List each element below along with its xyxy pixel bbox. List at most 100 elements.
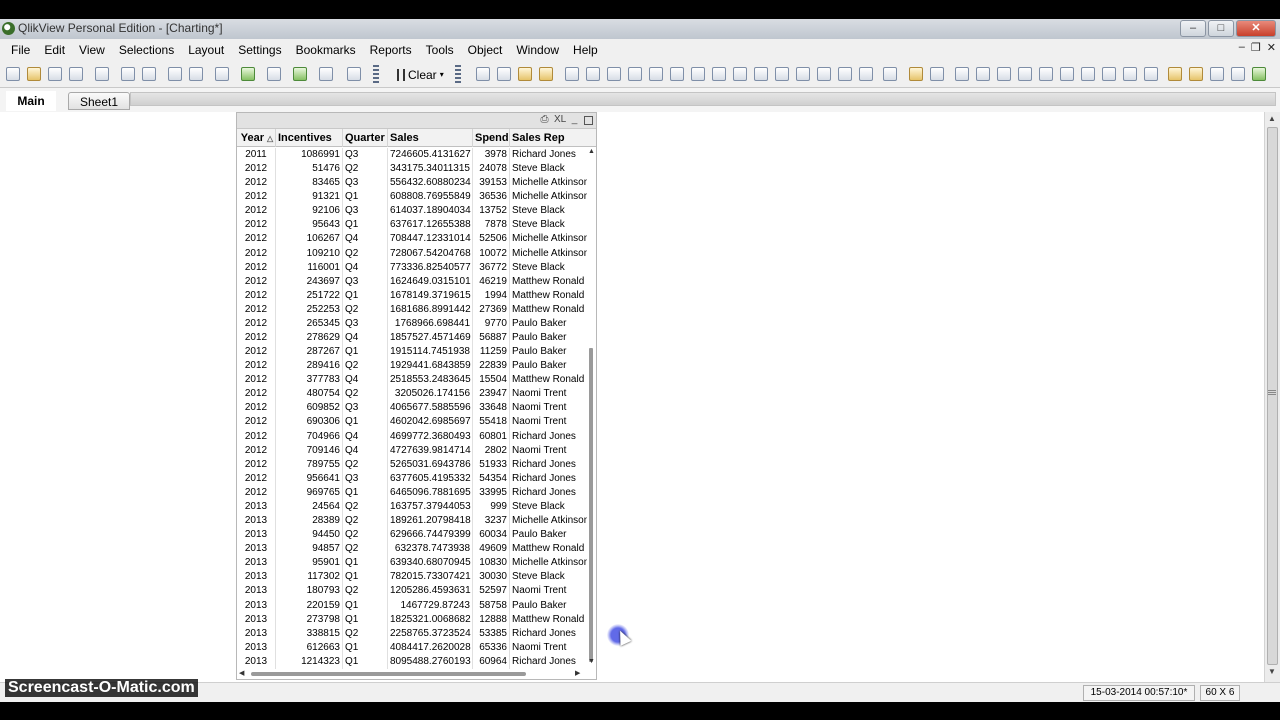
table-row[interactable]: 2013 94450 Q2 629666.74479399 60034 Paulo Bak… (237, 528, 587, 543)
cell-sales[interactable]: 343175.34011315 (388, 162, 473, 177)
table-row[interactable]: 2013 24564 Q2 163757.37944053 999 Steve Black (237, 499, 587, 515)
menu-reports[interactable]: Reports (363, 39, 419, 61)
cell-year[interactable]: 2012 (237, 485, 276, 500)
cell-spend[interactable]: 36772 (473, 260, 510, 275)
cell-quarter[interactable]: Q1 (343, 556, 388, 571)
cell-sales-rep[interactable]: Paulo Baker (510, 359, 587, 373)
cell-year[interactable]: 2012 (237, 443, 276, 458)
cell-sales[interactable]: 1678149.3719615 (388, 288, 473, 303)
cell-sales-rep[interactable]: Paulo Baker (510, 345, 587, 359)
table-row[interactable]: 2012 251722 Q1 1678149.3719615 1994 Matthew R… (237, 288, 587, 303)
cell-sales[interactable]: 189261.20798418 (388, 514, 473, 529)
save-icon[interactable] (69, 67, 83, 81)
cell-sales[interactable]: 1624649.0315101 (388, 274, 473, 289)
cell-incentives[interactable]: 252253 (276, 302, 343, 317)
column-header-incentives[interactable]: Incentives (276, 129, 343, 147)
cell-spend[interactable]: 33648 (473, 401, 510, 416)
toolbar-grip[interactable] (373, 65, 379, 83)
cell-quarter[interactable]: Q2 (343, 528, 388, 543)
table-row[interactable]: 2012 116001 Q4 773336.82540577 36772 Steve Bl… (237, 260, 587, 275)
cell-quarter[interactable]: Q1 (343, 485, 388, 500)
space-vertical-icon[interactable] (1102, 67, 1116, 81)
table-vertical-scrollbar[interactable]: ▲ ▼ (587, 148, 596, 666)
cell-quarter[interactable]: Q4 (343, 373, 388, 388)
cell-sales[interactable]: 556432.60880234 (388, 176, 473, 191)
cell-incentives[interactable]: 338815 (276, 626, 343, 641)
cell-sales-rep[interactable]: Michelle Atkinson (510, 176, 587, 190)
cell-sales-rep[interactable]: Naomi Trent (510, 641, 587, 655)
cell-sales-rep[interactable]: Richard Jones (510, 430, 587, 444)
search-object-icon[interactable] (817, 67, 831, 81)
cell-sales[interactable]: 6465096.7881695 (388, 485, 473, 500)
cell-sales-rep[interactable]: Paulo Baker (510, 528, 587, 542)
cell-year[interactable]: 2012 (237, 387, 276, 402)
cell-spend[interactable]: 999 (473, 499, 510, 515)
cell-incentives[interactable]: 109210 (276, 246, 343, 261)
slider-icon[interactable] (775, 67, 789, 81)
table-row[interactable]: 2012 956641 Q3 6377605.4195332 54354 Richard … (237, 471, 587, 486)
design-icon[interactable] (1168, 67, 1182, 81)
cell-spend[interactable]: 7878 (473, 218, 510, 233)
table-row[interactable]: 2012 377783 Q4 2518553.2483645 15504 Matthew … (237, 373, 587, 388)
cell-sales[interactable]: 629666.74479399 (388, 528, 473, 543)
cell-sales[interactable]: 1825321.0068682 (388, 612, 473, 627)
table-row[interactable]: 2012 287267 Q1 1915114.7451938 11259 Paulo Ba… (237, 345, 587, 360)
cell-year[interactable]: 2013 (237, 654, 276, 669)
scrollbar-thumb[interactable] (589, 348, 593, 662)
cell-sales[interactable]: 773336.82540577 (388, 260, 473, 275)
cell-quarter[interactable]: Q4 (343, 443, 388, 458)
table-row[interactable]: 2012 969765 Q1 6465096.7881695 33995 Richard … (237, 485, 587, 500)
scroll-left-icon[interactable]: ◀ (239, 669, 244, 677)
spacing-icon[interactable] (1144, 67, 1158, 81)
table-row[interactable]: 2012 95643 Q1 637617.12655388 7878 Steve Blac… (237, 218, 587, 233)
cell-spend[interactable]: 24078 (473, 162, 510, 177)
select-icon[interactable] (241, 67, 255, 81)
cell-quarter[interactable]: Q3 (343, 204, 388, 219)
cell-incentives[interactable]: 94450 (276, 528, 343, 543)
cell-sales-rep[interactable]: Steve Black (510, 570, 587, 584)
cell-quarter[interactable]: Q1 (343, 598, 388, 613)
cell-sales-rep[interactable]: Naomi Trent (510, 415, 587, 429)
cell-sales[interactable]: 632378.7473938 (388, 542, 473, 557)
table-row[interactable]: 2013 338815 Q2 2258765.3723524 53385 Richard … (237, 626, 587, 641)
search-icon[interactable] (215, 67, 229, 81)
cell-incentives[interactable]: 1214323 (276, 654, 343, 669)
cell-spend[interactable]: 60964 (473, 654, 510, 669)
cell-spend[interactable]: 60801 (473, 429, 510, 444)
cell-spend[interactable]: 65336 (473, 640, 510, 655)
menu-object[interactable]: Object (461, 39, 510, 61)
scroll-up-icon[interactable]: ▲ (1268, 114, 1276, 123)
cell-incentives[interactable]: 117302 (276, 570, 343, 585)
cell-year[interactable]: 2012 (237, 176, 276, 191)
maximize-icon[interactable] (584, 116, 593, 125)
cell-quarter[interactable]: Q2 (343, 359, 388, 374)
cell-incentives[interactable]: 789755 (276, 457, 343, 472)
table-box[interactable]: ⎙ XL _ Year △ Incentives Quarter Sales Sp… (236, 112, 597, 680)
cell-year[interactable]: 2012 (237, 190, 276, 205)
cell-quarter[interactable]: Q2 (343, 499, 388, 515)
cell-year[interactable]: 2013 (237, 556, 276, 571)
cell-quarter[interactable]: Q4 (343, 429, 388, 444)
cell-year[interactable]: 2012 (237, 162, 276, 177)
table-row[interactable]: 2012 83465 Q3 556432.60880234 39153 Michelle … (237, 176, 587, 191)
cell-year[interactable]: 2012 (237, 401, 276, 416)
cell-quarter[interactable]: Q2 (343, 514, 388, 529)
cell-quarter[interactable]: Q3 (343, 471, 388, 486)
more-tools-icon[interactable] (1252, 67, 1266, 81)
cell-year[interactable]: 2013 (237, 584, 276, 599)
cell-sales-rep[interactable]: Steve Black (510, 162, 587, 176)
edit-script-icon[interactable] (121, 67, 135, 81)
cell-spend[interactable]: 46219 (473, 274, 510, 289)
scroll-right-icon[interactable]: ▶ (575, 669, 580, 677)
cell-spend[interactable]: 23947 (473, 387, 510, 402)
minimize-icon[interactable]: _ (569, 114, 580, 125)
table-row[interactable]: 2011 1086991 Q3 7246605.4131627 3978 Richard … (237, 148, 587, 163)
cell-sales[interactable]: 3205026.174156 (388, 387, 473, 402)
column-header-sales[interactable]: Sales (388, 129, 473, 147)
cell-sales-rep[interactable]: Richard Jones (510, 627, 587, 641)
cell-year[interactable]: 2013 (237, 514, 276, 529)
cell-year[interactable]: 2013 (237, 542, 276, 557)
cell-year[interactable]: 2013 (237, 598, 276, 613)
cell-year[interactable]: 2012 (237, 218, 276, 233)
cell-year[interactable]: 2013 (237, 640, 276, 655)
